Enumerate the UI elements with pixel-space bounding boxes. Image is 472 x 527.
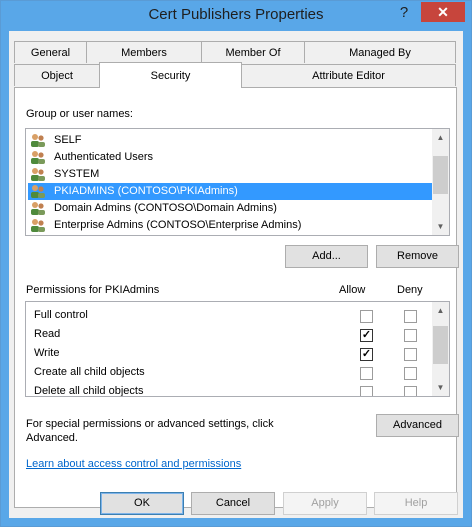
- list-item-domain-admins[interactable]: Domain Admins (CONTOSO\Domain Admins): [28, 200, 432, 217]
- scroll-thumb[interactable]: [433, 326, 448, 364]
- write-deny-checkbox[interactable]: [404, 348, 417, 361]
- delete-child-allow-checkbox[interactable]: [360, 386, 373, 396]
- user-group-icon: [31, 219, 45, 232]
- permissions-scrollbar[interactable]: ▲ ▼: [432, 302, 449, 396]
- scroll-thumb[interactable]: [433, 156, 448, 194]
- list-item-self[interactable]: SELF: [28, 132, 432, 149]
- user-list-scrollbar[interactable]: ▲ ▼: [432, 129, 449, 235]
- user-name: Enterprise Admins (CONTOSO\Enterprise Ad…: [54, 219, 302, 231]
- scroll-up-arrow-icon[interactable]: ▲: [432, 129, 449, 146]
- permission-row-full-control: Full control: [34, 306, 88, 325]
- user-group-icon: [31, 134, 45, 147]
- create-child-allow-checkbox[interactable]: [360, 367, 373, 380]
- help-button[interactable]: Help: [374, 492, 458, 515]
- create-child-deny-checkbox[interactable]: [404, 367, 417, 380]
- user-name: Authenticated Users: [54, 151, 154, 163]
- title-bar[interactable]: Cert Publishers Properties ? ✕: [1, 1, 471, 31]
- permission-name: Create all child objects: [34, 366, 145, 378]
- dialog-client: General Members Member Of Managed By Obj…: [9, 31, 463, 518]
- permission-name: Delete all child objects: [34, 385, 144, 397]
- apply-button[interactable]: Apply: [283, 492, 367, 515]
- user-name: SELF: [54, 134, 82, 146]
- tab-managed-by[interactable]: Managed By: [304, 41, 456, 63]
- list-item-enterprise-admins[interactable]: Enterprise Admins (CONTOSO\Enterprise Ad…: [28, 217, 432, 234]
- special-permissions-text: For special permissions or advanced sett…: [26, 418, 274, 430]
- scroll-down-arrow-icon[interactable]: ▼: [432, 218, 449, 235]
- close-button[interactable]: ✕: [421, 2, 465, 22]
- tab-object[interactable]: Object: [14, 64, 100, 86]
- help-title-button[interactable]: ?: [389, 2, 419, 24]
- tab-members[interactable]: Members: [86, 41, 202, 63]
- permission-name: Write: [34, 347, 60, 359]
- scroll-up-arrow-icon[interactable]: ▲: [432, 302, 449, 319]
- user-group-icon: [31, 168, 45, 181]
- permission-row-create-child: Create all child objects: [34, 363, 145, 382]
- delete-child-deny-checkbox[interactable]: [404, 386, 417, 396]
- scroll-down-arrow-icon[interactable]: ▼: [432, 379, 449, 396]
- list-item-authenticated-users[interactable]: Authenticated Users: [28, 149, 432, 166]
- permission-row-read: Read: [34, 325, 60, 344]
- list-item-pkiadmins[interactable]: PKIADMINS (CONTOSO\PKIAdmins): [28, 183, 432, 200]
- group-or-user-names-label: Group or user names:: [26, 108, 133, 120]
- tab-attribute-editor[interactable]: Attribute Editor: [241, 64, 456, 86]
- user-name: Domain Admins (CONTOSO\Domain Admins): [54, 202, 277, 214]
- special-permissions-text-2: Advanced.: [26, 432, 78, 444]
- permissions-for-label: Permissions for PKIAdmins: [26, 284, 160, 296]
- permission-row-write: Write: [34, 344, 59, 363]
- user-name: SYSTEM: [54, 168, 100, 180]
- permissions-list: Full control Read ✓ Write ✓ Create all c…: [25, 301, 450, 397]
- security-tab-panel: Group or user names: SELF Authenticated …: [14, 87, 459, 508]
- user-group-icon: [31, 151, 45, 164]
- user-list[interactable]: SELF Authenticated Users SYSTEM PKIADMIN…: [25, 128, 450, 236]
- cancel-button[interactable]: Cancel: [191, 492, 275, 515]
- user-group-icon: [31, 202, 45, 215]
- tab-general[interactable]: General: [14, 41, 87, 63]
- write-allow-checkbox[interactable]: ✓: [360, 348, 373, 361]
- learn-more-link[interactable]: Learn about access control and permissio…: [26, 458, 241, 470]
- advanced-button[interactable]: Advanced: [376, 414, 459, 437]
- add-button[interactable]: Add...: [285, 245, 368, 268]
- dialog-window: Cert Publishers Properties ? ✕ General M…: [0, 0, 472, 527]
- tab-security[interactable]: Security: [99, 62, 242, 88]
- list-item-system[interactable]: SYSTEM: [28, 166, 432, 183]
- tab-member-of[interactable]: Member Of: [201, 41, 305, 63]
- permission-name: Read: [34, 328, 61, 340]
- remove-button[interactable]: Remove: [376, 245, 459, 268]
- read-allow-checkbox[interactable]: ✓: [360, 329, 373, 342]
- full-control-deny-checkbox[interactable]: [404, 310, 417, 323]
- permission-name: Full control: [34, 309, 88, 321]
- user-group-icon: [31, 185, 45, 198]
- deny-column-header: Deny: [397, 284, 423, 296]
- allow-column-header: Allow: [339, 284, 366, 296]
- read-deny-checkbox[interactable]: [404, 329, 417, 342]
- user-name: PKIADMINS (CONTOSO\PKIAdmins): [52, 183, 240, 200]
- ok-button[interactable]: OK: [100, 492, 184, 515]
- permission-row-delete-child: Delete all child objects: [34, 382, 144, 397]
- full-control-allow-checkbox[interactable]: [360, 310, 373, 323]
